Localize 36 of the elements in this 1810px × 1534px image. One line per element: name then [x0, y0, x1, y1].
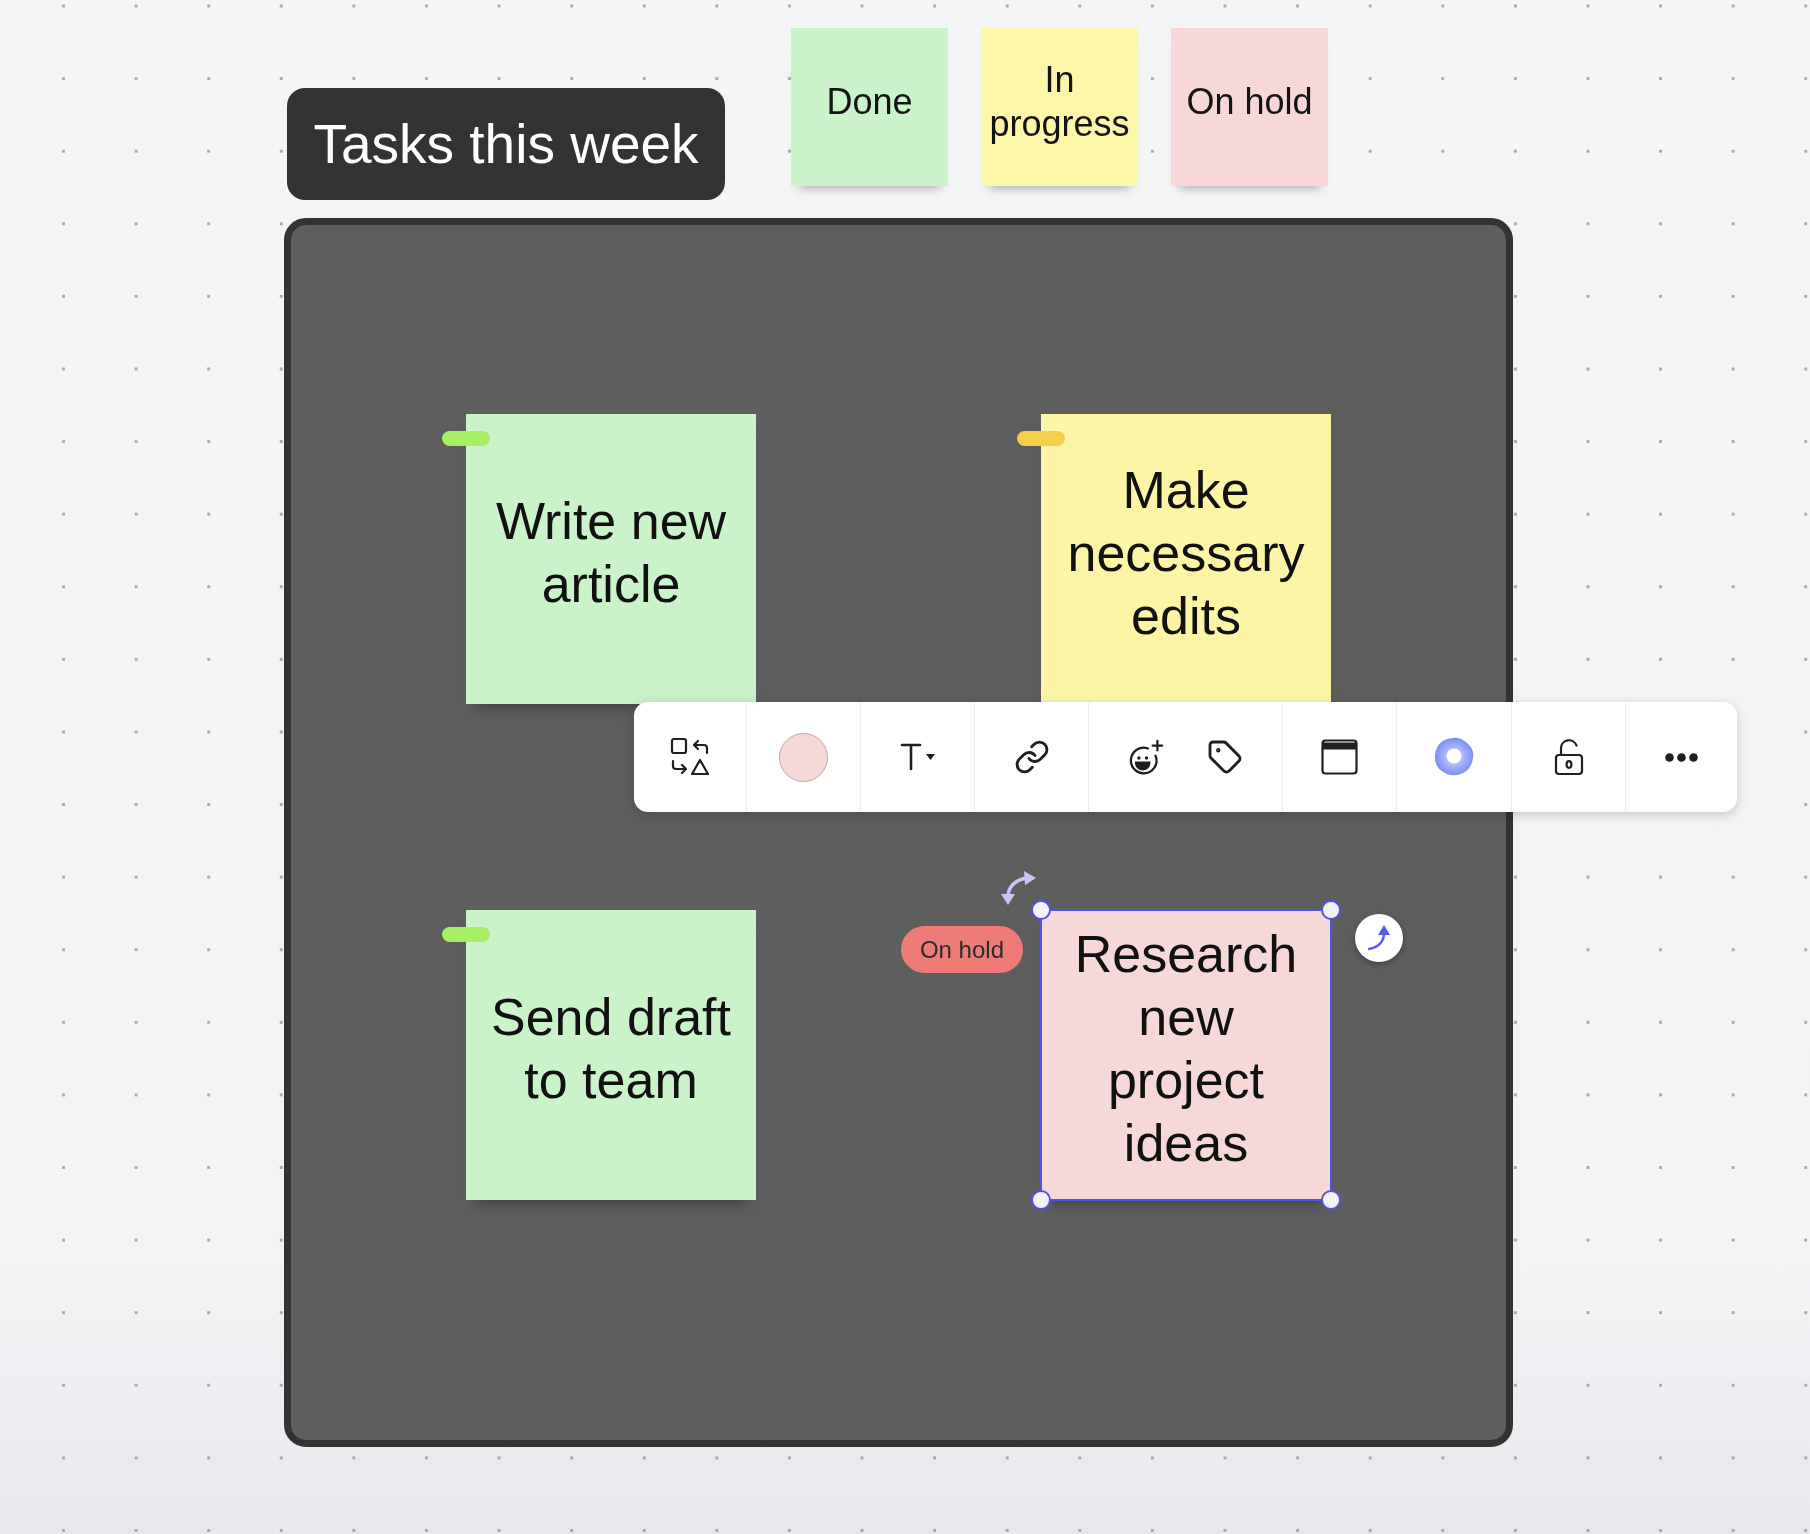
lock-button[interactable] [1553, 738, 1584, 776]
emoji-plus-icon [1128, 738, 1165, 776]
note-text: Make necessary edits [1066, 459, 1306, 647]
resize-handle[interactable] [1031, 1190, 1051, 1210]
tag-button[interactable] [1207, 739, 1243, 775]
note-text: Research new project ideas [1073, 924, 1299, 1174]
legend-text: In progress [988, 58, 1131, 146]
link-icon [1013, 739, 1050, 775]
note-text: Write new article [494, 491, 728, 615]
note-text: Send draft to team [490, 987, 732, 1111]
orb-icon [1434, 737, 1474, 777]
legend-text: Done [826, 80, 913, 124]
orb-button[interactable] [1434, 737, 1474, 777]
caret-icon [926, 754, 935, 760]
text-style-button[interactable] [900, 743, 935, 771]
board-title: Tasks this week [287, 88, 725, 200]
link-button[interactable] [1013, 739, 1050, 775]
resize-handle[interactable] [1321, 900, 1341, 920]
window-icon [1321, 739, 1358, 775]
legend-text: On hold [1186, 80, 1313, 124]
curved-arrow-icon [1367, 925, 1391, 951]
unlocked-padlock-icon [1553, 738, 1584, 776]
resize-handle[interactable] [1031, 900, 1051, 920]
more-icon [1665, 752, 1698, 762]
shapes-swap-icon [669, 737, 711, 777]
reaction-button[interactable] [1128, 738, 1165, 776]
resize-handle[interactable] [1321, 1190, 1341, 1210]
tag-icon [1207, 739, 1243, 775]
connect-button[interactable] [1355, 914, 1403, 962]
shape-swap-button[interactable] [669, 737, 711, 777]
card-button[interactable] [1321, 739, 1358, 775]
tag-label: On hold [900, 926, 1023, 973]
rotate-handle-icon[interactable] [1000, 870, 1036, 906]
text-t-icon [900, 743, 922, 771]
color-swatch-button[interactable] [779, 732, 828, 782]
more-button[interactable] [1665, 752, 1698, 762]
